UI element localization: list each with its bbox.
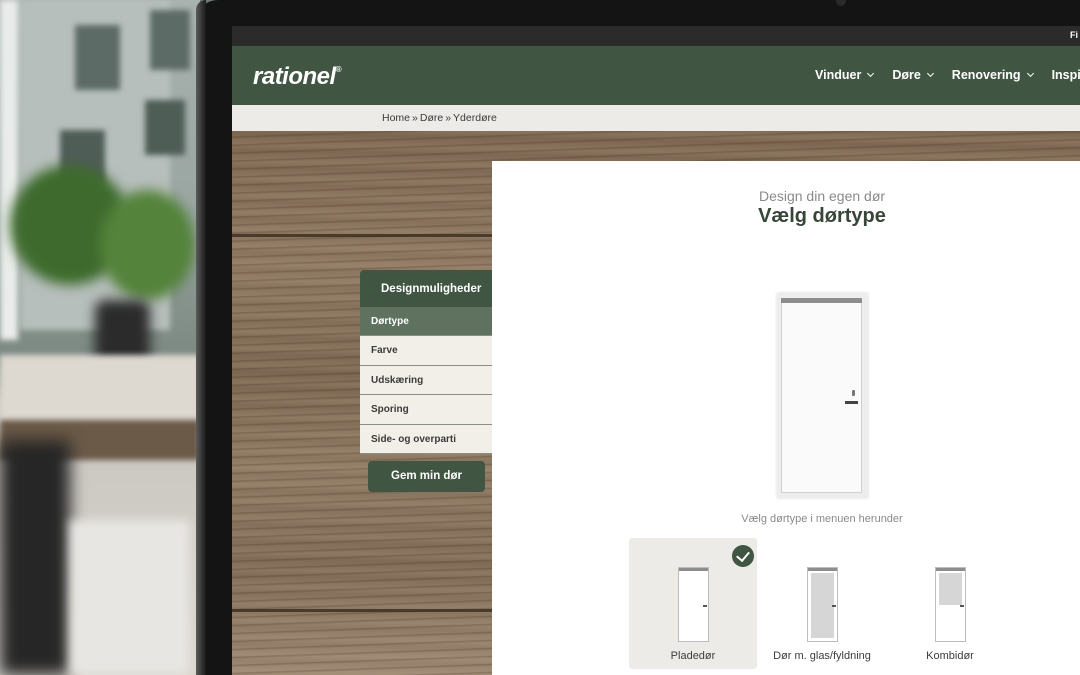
plank-seam xyxy=(232,609,492,612)
chevron-down-icon xyxy=(1026,69,1034,78)
breadcrumb-home[interactable]: Home xyxy=(382,112,410,124)
breadcrumb-yderdoere[interactable]: Yderdøre xyxy=(453,112,497,124)
site-header: rationel® Vinduer Døre Renovering Inspir… xyxy=(232,46,1080,105)
checkmark-icon xyxy=(732,545,754,567)
plank-seam xyxy=(232,234,492,237)
configurator-title: Vælg dørtype xyxy=(758,205,886,227)
top-bar-text[interactable]: Fi xyxy=(1070,30,1080,40)
main-navigation: Vinduer Døre Renovering Inspiration xyxy=(815,68,1080,82)
menu-item-udskaering[interactable]: Udskæring xyxy=(360,365,492,396)
door-handle-icon xyxy=(845,401,858,404)
wood-background-panel: Designmuligheder Dørtype Farve Udskæring… xyxy=(232,131,1080,675)
door-type-kombidoer[interactable]: Kombidør xyxy=(886,538,1014,669)
door-hint-text: Vælg dørtype i menuen herunder xyxy=(741,513,903,525)
lock-icon xyxy=(852,390,855,396)
breadcrumb: Home» Døre» Yderdøre xyxy=(382,112,497,124)
breadcrumb-bar: Home» Døre» Yderdøre xyxy=(232,105,1080,131)
combi-door-icon xyxy=(935,567,966,642)
door-type-pladedoer[interactable]: Pladedør xyxy=(629,538,757,669)
laptop-rim xyxy=(196,0,206,675)
top-utility-bar: Fi xyxy=(232,26,1080,46)
chevron-down-icon xyxy=(867,69,875,78)
glass-door-icon xyxy=(807,567,838,642)
nav-item-renovering[interactable]: Renovering xyxy=(952,68,1034,82)
door-type-label: Kombidør xyxy=(926,650,974,662)
door-type-label: Pladedør xyxy=(670,650,716,662)
design-options-menu: Designmuligheder Dørtype Farve Udskæring… xyxy=(360,270,492,454)
door-type-label: Dør m. glas/fyldning xyxy=(773,650,871,662)
solid-door-icon xyxy=(678,567,709,642)
door-preview xyxy=(777,293,868,498)
menu-item-doertype[interactable]: Dørtype xyxy=(360,307,492,337)
nav-item-inspiration[interactable]: Inspiration xyxy=(1052,68,1080,82)
door-frame-top xyxy=(781,298,862,303)
menu-item-sporing[interactable]: Sporing xyxy=(360,395,492,425)
door-type-options: Pladedør Dør m. glas/fyldning Kombidør xyxy=(629,538,1029,669)
breadcrumb-doere[interactable]: Døre xyxy=(420,112,443,124)
room-background xyxy=(0,0,200,675)
save-door-button[interactable]: Gem min dør xyxy=(368,461,485,492)
door-type-glas-fyldning[interactable]: Dør m. glas/fyldning xyxy=(758,538,886,669)
nav-item-doere[interactable]: Døre xyxy=(892,68,934,82)
rationel-logo[interactable]: rationel® xyxy=(253,63,342,91)
configurator-subtitle: Design din egen dør xyxy=(758,188,886,204)
menu-heading: Designmuligheder xyxy=(360,270,492,307)
configurator-card: Design din egen dør Vælg dørtype Vælg dø… xyxy=(492,161,1080,675)
menu-item-farve[interactable]: Farve xyxy=(360,336,492,366)
menu-item-side-overparti[interactable]: Side- og overparti xyxy=(360,424,492,454)
door-leaf xyxy=(781,298,862,493)
browser-screen: Fi rationel® Vinduer Døre Renovering Ins… xyxy=(232,26,1080,675)
chevron-down-icon xyxy=(926,69,934,78)
nav-item-vinduer[interactable]: Vinduer xyxy=(815,68,875,82)
